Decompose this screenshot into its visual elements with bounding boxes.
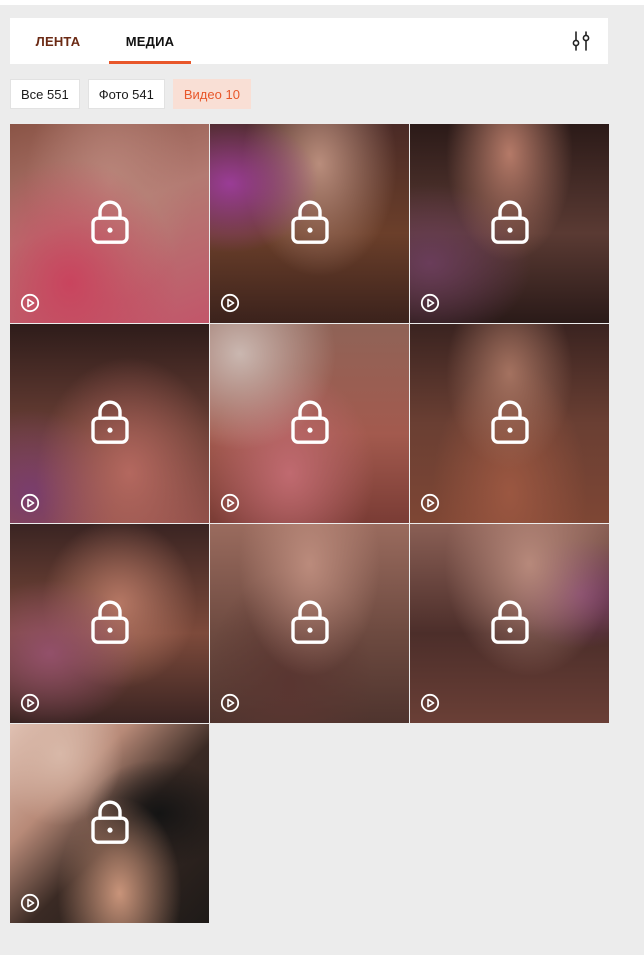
media-filter-chips: Все 551 Фото 541 Видео 10 xyxy=(10,79,251,109)
play-circle-icon xyxy=(20,893,40,913)
media-tile[interactable] xyxy=(410,124,609,323)
play-circle-icon xyxy=(420,493,440,513)
sliders-icon xyxy=(572,31,590,51)
play-circle-icon xyxy=(220,293,240,313)
tab-media-label: МЕДИА xyxy=(125,33,175,49)
media-grid xyxy=(10,124,609,923)
chip-video[interactable]: Видео 10 xyxy=(172,79,251,109)
chip-all[interactable]: Все 551 xyxy=(10,79,80,109)
lock-icon xyxy=(490,399,529,444)
filter-button[interactable] xyxy=(570,30,592,52)
top-strip xyxy=(0,0,644,5)
play-circle-icon xyxy=(20,693,40,713)
lock-icon xyxy=(290,199,329,244)
media-tile[interactable] xyxy=(10,124,209,323)
media-tile[interactable] xyxy=(10,524,209,723)
lock-icon xyxy=(90,199,129,244)
media-tile[interactable] xyxy=(210,524,409,723)
chip-photo[interactable]: Фото 541 xyxy=(87,79,165,109)
play-circle-icon xyxy=(20,293,40,313)
media-tile[interactable] xyxy=(10,324,209,523)
lock-icon xyxy=(490,599,529,644)
lock-icon xyxy=(90,599,129,644)
tab-feed[interactable]: ЛЕНТА xyxy=(20,18,96,64)
lock-icon xyxy=(490,199,529,244)
lock-icon xyxy=(290,399,329,444)
play-circle-icon xyxy=(220,693,240,713)
lock-icon xyxy=(290,599,329,644)
play-circle-icon xyxy=(420,293,440,313)
tab-feed-label: ЛЕНТА xyxy=(35,33,81,49)
tab-media[interactable]: МЕДИА xyxy=(109,18,191,64)
lock-icon xyxy=(90,799,129,844)
play-circle-icon xyxy=(420,693,440,713)
play-circle-icon xyxy=(20,493,40,513)
media-tile[interactable] xyxy=(410,324,609,523)
tab-bar: ЛЕНТА МЕДИА xyxy=(10,18,608,64)
media-tile[interactable] xyxy=(410,524,609,723)
lock-icon xyxy=(90,399,129,444)
play-circle-icon xyxy=(220,493,240,513)
tab-active-underline xyxy=(109,61,191,64)
media-tile[interactable] xyxy=(10,724,209,923)
page: ЛЕНТА МЕДИА Все 551 Фото 541 Видео 10 xyxy=(0,0,644,955)
media-tile[interactable] xyxy=(210,124,409,323)
media-tile[interactable] xyxy=(210,324,409,523)
